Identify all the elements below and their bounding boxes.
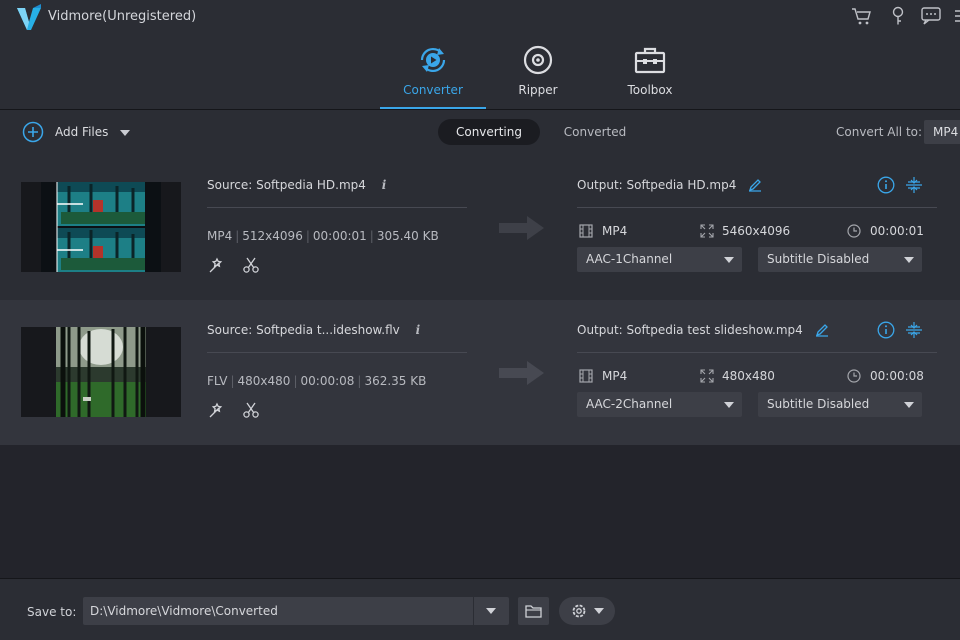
- audio-track-value: AAC-2Channel: [586, 397, 673, 411]
- feedback-icon[interactable]: [920, 6, 942, 26]
- convert-arrow-icon: [499, 215, 545, 241]
- film-icon: [579, 369, 593, 383]
- open-folder-button[interactable]: [518, 597, 549, 625]
- cut-icon[interactable]: [242, 256, 260, 274]
- add-icon: [22, 121, 44, 143]
- source-filename-text: Source: Softpedia HD.mp4: [207, 178, 366, 192]
- divider: [207, 352, 467, 353]
- resolution-icon: [700, 369, 714, 383]
- tab-converter[interactable]: Converter: [380, 40, 486, 110]
- folder-icon: [525, 605, 542, 618]
- save-to-label: Save to:: [27, 605, 77, 619]
- output-resolution: 5460x4096: [722, 224, 791, 238]
- source-metadata: MP4 | 512x4096 | 00:00:01 | 305.40 KB: [207, 229, 439, 243]
- convert-all-format-select[interactable]: MP4: [924, 120, 960, 144]
- segment-converted[interactable]: Converted: [550, 119, 640, 145]
- clock-icon: [847, 369, 861, 383]
- output-format: MP4: [602, 369, 628, 383]
- output-filename-text: Output: Softpedia test slideshow.mp4: [577, 323, 803, 337]
- converter-icon: [417, 44, 449, 76]
- convert-arrow-icon: [499, 360, 545, 386]
- compress-icon[interactable]: [905, 176, 923, 194]
- tab-ripper[interactable]: Ripper: [485, 40, 591, 110]
- tab-converter-label: Converter: [403, 83, 463, 97]
- rename-output-icon[interactable]: [748, 178, 762, 192]
- divider: [207, 207, 467, 208]
- source-info-icon[interactable]: i: [416, 323, 421, 337]
- file-row: Source: Softpedia t...ideshow.flv i FLV |…: [0, 300, 960, 445]
- source-info-icon[interactable]: i: [382, 178, 387, 192]
- video-thumbnail[interactable]: [21, 182, 181, 272]
- source-resolution: 480x480: [237, 374, 291, 388]
- video-thumbnail[interactable]: [21, 327, 181, 417]
- subtitle-select[interactable]: Subtitle Disabled: [758, 392, 922, 417]
- output-duration: 00:00:01: [870, 224, 924, 238]
- compress-icon[interactable]: [905, 321, 923, 339]
- gear-icon: [572, 604, 604, 618]
- cart-icon[interactable]: [851, 6, 873, 26]
- source-size: 305.40 KB: [376, 229, 439, 243]
- output-info-icon[interactable]: [877, 321, 895, 339]
- chevron-down-icon: [904, 402, 914, 408]
- output-info-icon[interactable]: [877, 176, 895, 194]
- source-format: MP4: [207, 229, 233, 243]
- output-filename-text: Output: Softpedia HD.mp4: [577, 178, 737, 192]
- menu-icon[interactable]: [955, 6, 960, 26]
- cut-icon[interactable]: [242, 401, 260, 419]
- audio-track-select[interactable]: AAC-1Channel: [577, 247, 742, 272]
- output-filename: Output: Softpedia HD.mp4: [577, 178, 762, 192]
- source-filename: Source: Softpedia t...ideshow.flv i: [207, 323, 420, 337]
- source-duration: 00:00:08: [300, 374, 355, 388]
- tab-ripper-label: Ripper: [518, 83, 558, 97]
- resolution-icon: [700, 224, 714, 238]
- save-path-value[interactable]: D:\Vidmore\Vidmore\Converted: [90, 604, 278, 618]
- divider: [577, 207, 937, 208]
- edit-effects-icon[interactable]: [208, 256, 226, 274]
- divider: [577, 352, 937, 353]
- source-filename-text: Source: Softpedia t...ideshow.flv: [207, 323, 400, 337]
- subtitle-value: Subtitle Disabled: [767, 252, 870, 266]
- clock-icon: [847, 224, 861, 238]
- output-resolution: 480x480: [722, 369, 775, 383]
- toolbox-icon: [634, 44, 666, 76]
- source-size: 362.35 KB: [364, 374, 427, 388]
- key-icon[interactable]: [889, 6, 907, 26]
- source-duration: 00:00:01: [312, 229, 367, 243]
- add-files-button[interactable]: [22, 121, 44, 143]
- source-filename: Source: Softpedia HD.mp4 i: [207, 178, 386, 192]
- output-duration: 00:00:08: [870, 369, 924, 383]
- add-files-label[interactable]: Add Files: [55, 125, 108, 139]
- app-title: Vidmore(Unregistered): [48, 9, 197, 24]
- add-files-dropdown-icon[interactable]: [120, 130, 130, 136]
- source-metadata: FLV | 480x480 | 00:00:08 | 362.35 KB: [207, 374, 427, 388]
- chevron-down-icon: [724, 402, 734, 408]
- divider: [473, 597, 474, 625]
- disc-icon: [522, 44, 554, 76]
- chevron-down-icon: [904, 257, 914, 263]
- save-path-dropdown-icon[interactable]: [486, 608, 496, 614]
- tab-toolbox-label: Toolbox: [627, 83, 673, 97]
- chevron-down-icon: [724, 257, 734, 263]
- subtitle-select[interactable]: Subtitle Disabled: [758, 247, 922, 272]
- source-format: FLV: [207, 374, 228, 388]
- segment-converting[interactable]: Converting: [438, 119, 540, 145]
- output-filename: Output: Softpedia test slideshow.mp4: [577, 323, 829, 337]
- tab-toolbox[interactable]: Toolbox: [597, 40, 703, 110]
- app-logo-icon: [16, 3, 42, 31]
- output-format: MP4: [602, 224, 628, 238]
- active-tab-indicator: [380, 107, 486, 109]
- rename-output-icon[interactable]: [815, 323, 829, 337]
- convert-all-label: Convert All to:: [836, 125, 923, 139]
- output-settings-button[interactable]: [559, 597, 615, 625]
- audio-track-value: AAC-1Channel: [586, 252, 673, 266]
- audio-track-select[interactable]: AAC-2Channel: [577, 392, 742, 417]
- file-row: Source: Softpedia HD.mp4 i MP4 | 512x4096 |…: [0, 155, 960, 300]
- edit-effects-icon[interactable]: [208, 401, 226, 419]
- film-icon: [579, 224, 593, 238]
- source-resolution: 512x4096: [242, 229, 303, 243]
- subtitle-value: Subtitle Disabled: [767, 397, 870, 411]
